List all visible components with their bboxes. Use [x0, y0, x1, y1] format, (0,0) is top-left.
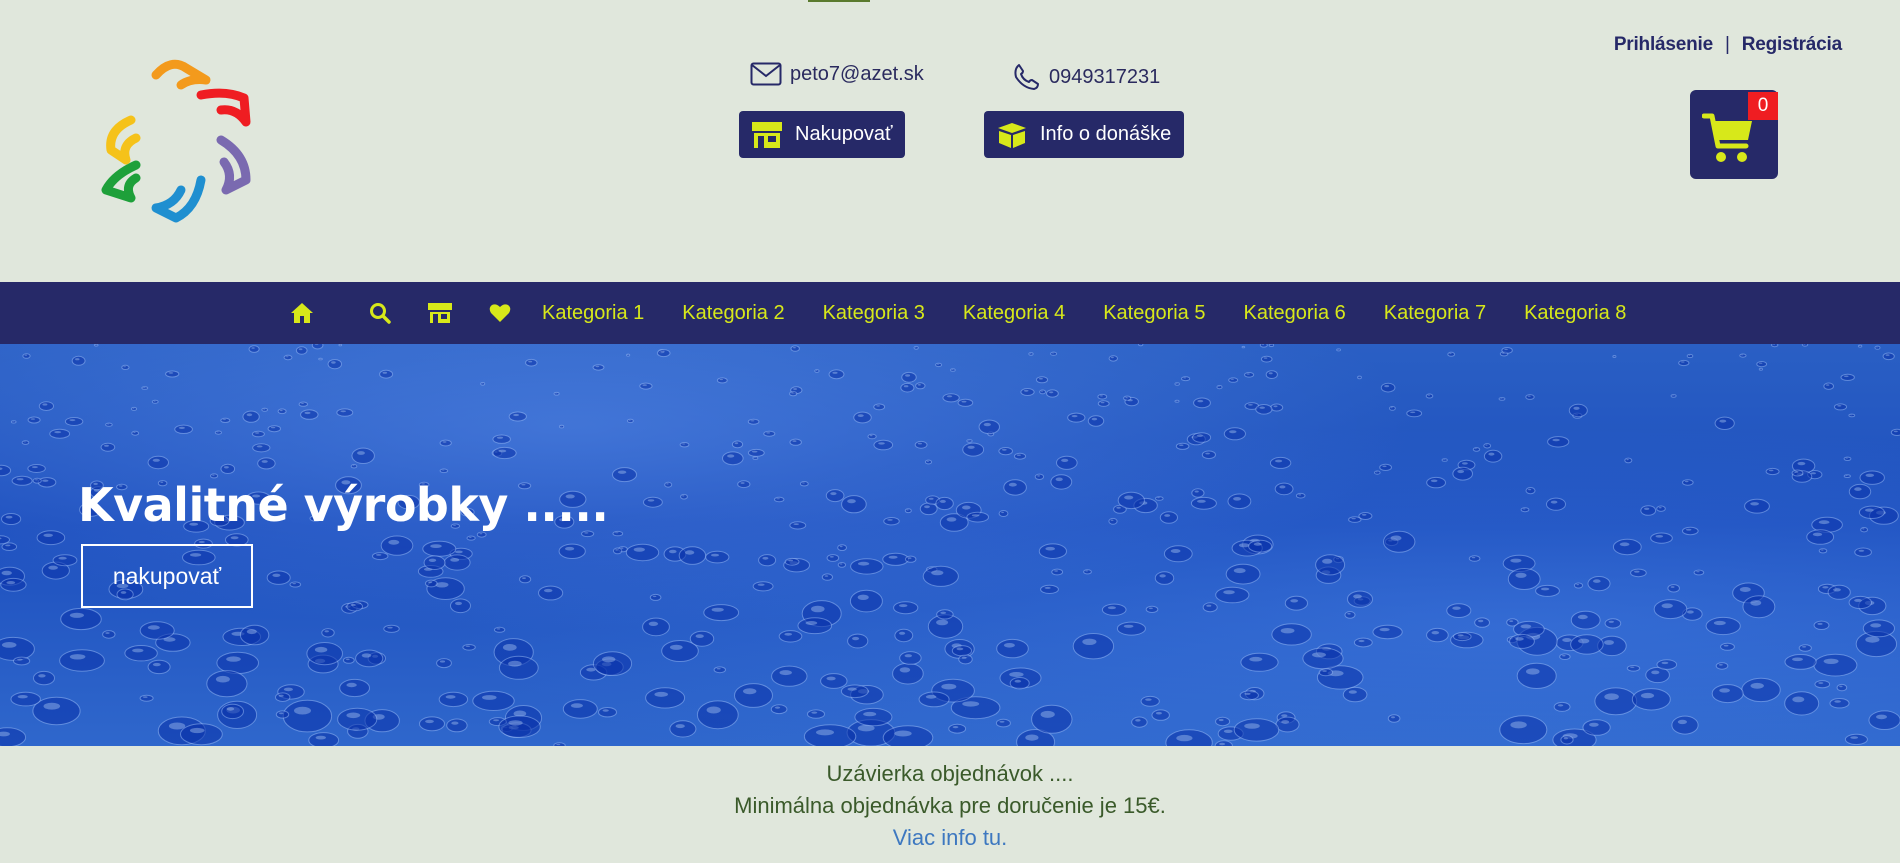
envelope-icon: [750, 62, 782, 86]
nav-category-8[interactable]: Kategoria 8: [1524, 302, 1626, 325]
site-logo[interactable]: [96, 50, 266, 230]
nav-category-5[interactable]: Kategoria 5: [1103, 302, 1205, 325]
register-link[interactable]: Registrácia: [1742, 34, 1842, 56]
main-nav: Kategoria 1 Kategoria 2 Kategoria 3 Kate…: [0, 282, 1900, 344]
box-icon: [998, 122, 1026, 148]
store-icon: [752, 121, 782, 148]
delivery-info-button[interactable]: Info o donáške: [984, 111, 1184, 158]
more-info-link[interactable]: Viac info tu.: [0, 825, 1900, 851]
nav-category-6[interactable]: Kategoria 6: [1243, 302, 1345, 325]
hero-shop-button[interactable]: nakupovať: [81, 544, 253, 608]
hero-banner: Kvalitné výrobky ..... nakupovať: [0, 344, 1900, 746]
nav-search[interactable]: [350, 282, 410, 344]
water-drops-background: [0, 344, 1900, 746]
login-link[interactable]: Prihlásenie: [1614, 34, 1713, 56]
delivery-button-label: Info o donáške: [1040, 123, 1172, 145]
cart-button[interactable]: 0: [1690, 90, 1778, 179]
phone-icon: [1014, 64, 1039, 90]
top-accent-bar: [808, 0, 870, 2]
contact-email[interactable]: peto7@azet.sk: [750, 62, 924, 86]
nav-home[interactable]: [290, 282, 318, 344]
shop-button-label: Nakupovať: [795, 123, 893, 145]
shop-button[interactable]: Nakupovať: [739, 111, 905, 158]
search-icon: [370, 303, 391, 324]
auth-links: Prihlásenie | Registrácia: [1614, 34, 1842, 56]
auth-separator: |: [1725, 34, 1730, 55]
page: peto7@azet.sk 0949317231 Nakupovať Info …: [0, 0, 1900, 863]
home-icon: [291, 303, 313, 323]
nav-favorites[interactable]: [470, 282, 530, 344]
notice-deadline: Uzávierka objednávok ....: [826, 761, 1074, 786]
phone-text: 0949317231: [1049, 65, 1161, 88]
nav-category-3[interactable]: Kategoria 3: [823, 302, 925, 325]
order-notice: Uzávierka objednávok .... Minimálna obje…: [0, 746, 1900, 863]
nav-category-2[interactable]: Kategoria 2: [682, 302, 784, 325]
hero-title: Kvalitné výrobky .....: [78, 478, 609, 532]
site-header: peto7@azet.sk 0949317231 Nakupovať Info …: [0, 0, 1900, 282]
nav-category-1[interactable]: Kategoria 1: [542, 302, 644, 325]
nav-category-4[interactable]: Kategoria 4: [963, 302, 1065, 325]
email-text: peto7@azet.sk: [790, 62, 924, 85]
cart-count-badge: 0: [1748, 92, 1778, 120]
notice-minimum-order: Minimálna objednávka pre doručenie je 15…: [734, 793, 1166, 818]
nav-shop[interactable]: [410, 282, 470, 344]
nav-items: Kategoria 1 Kategoria 2 Kategoria 3 Kate…: [290, 282, 1646, 344]
nav-category-7[interactable]: Kategoria 7: [1384, 302, 1486, 325]
store-icon: [428, 303, 452, 323]
heart-icon: [489, 304, 511, 322]
contact-phone[interactable]: 0949317231: [1011, 62, 1160, 92]
cart-icon: [1702, 113, 1752, 162]
